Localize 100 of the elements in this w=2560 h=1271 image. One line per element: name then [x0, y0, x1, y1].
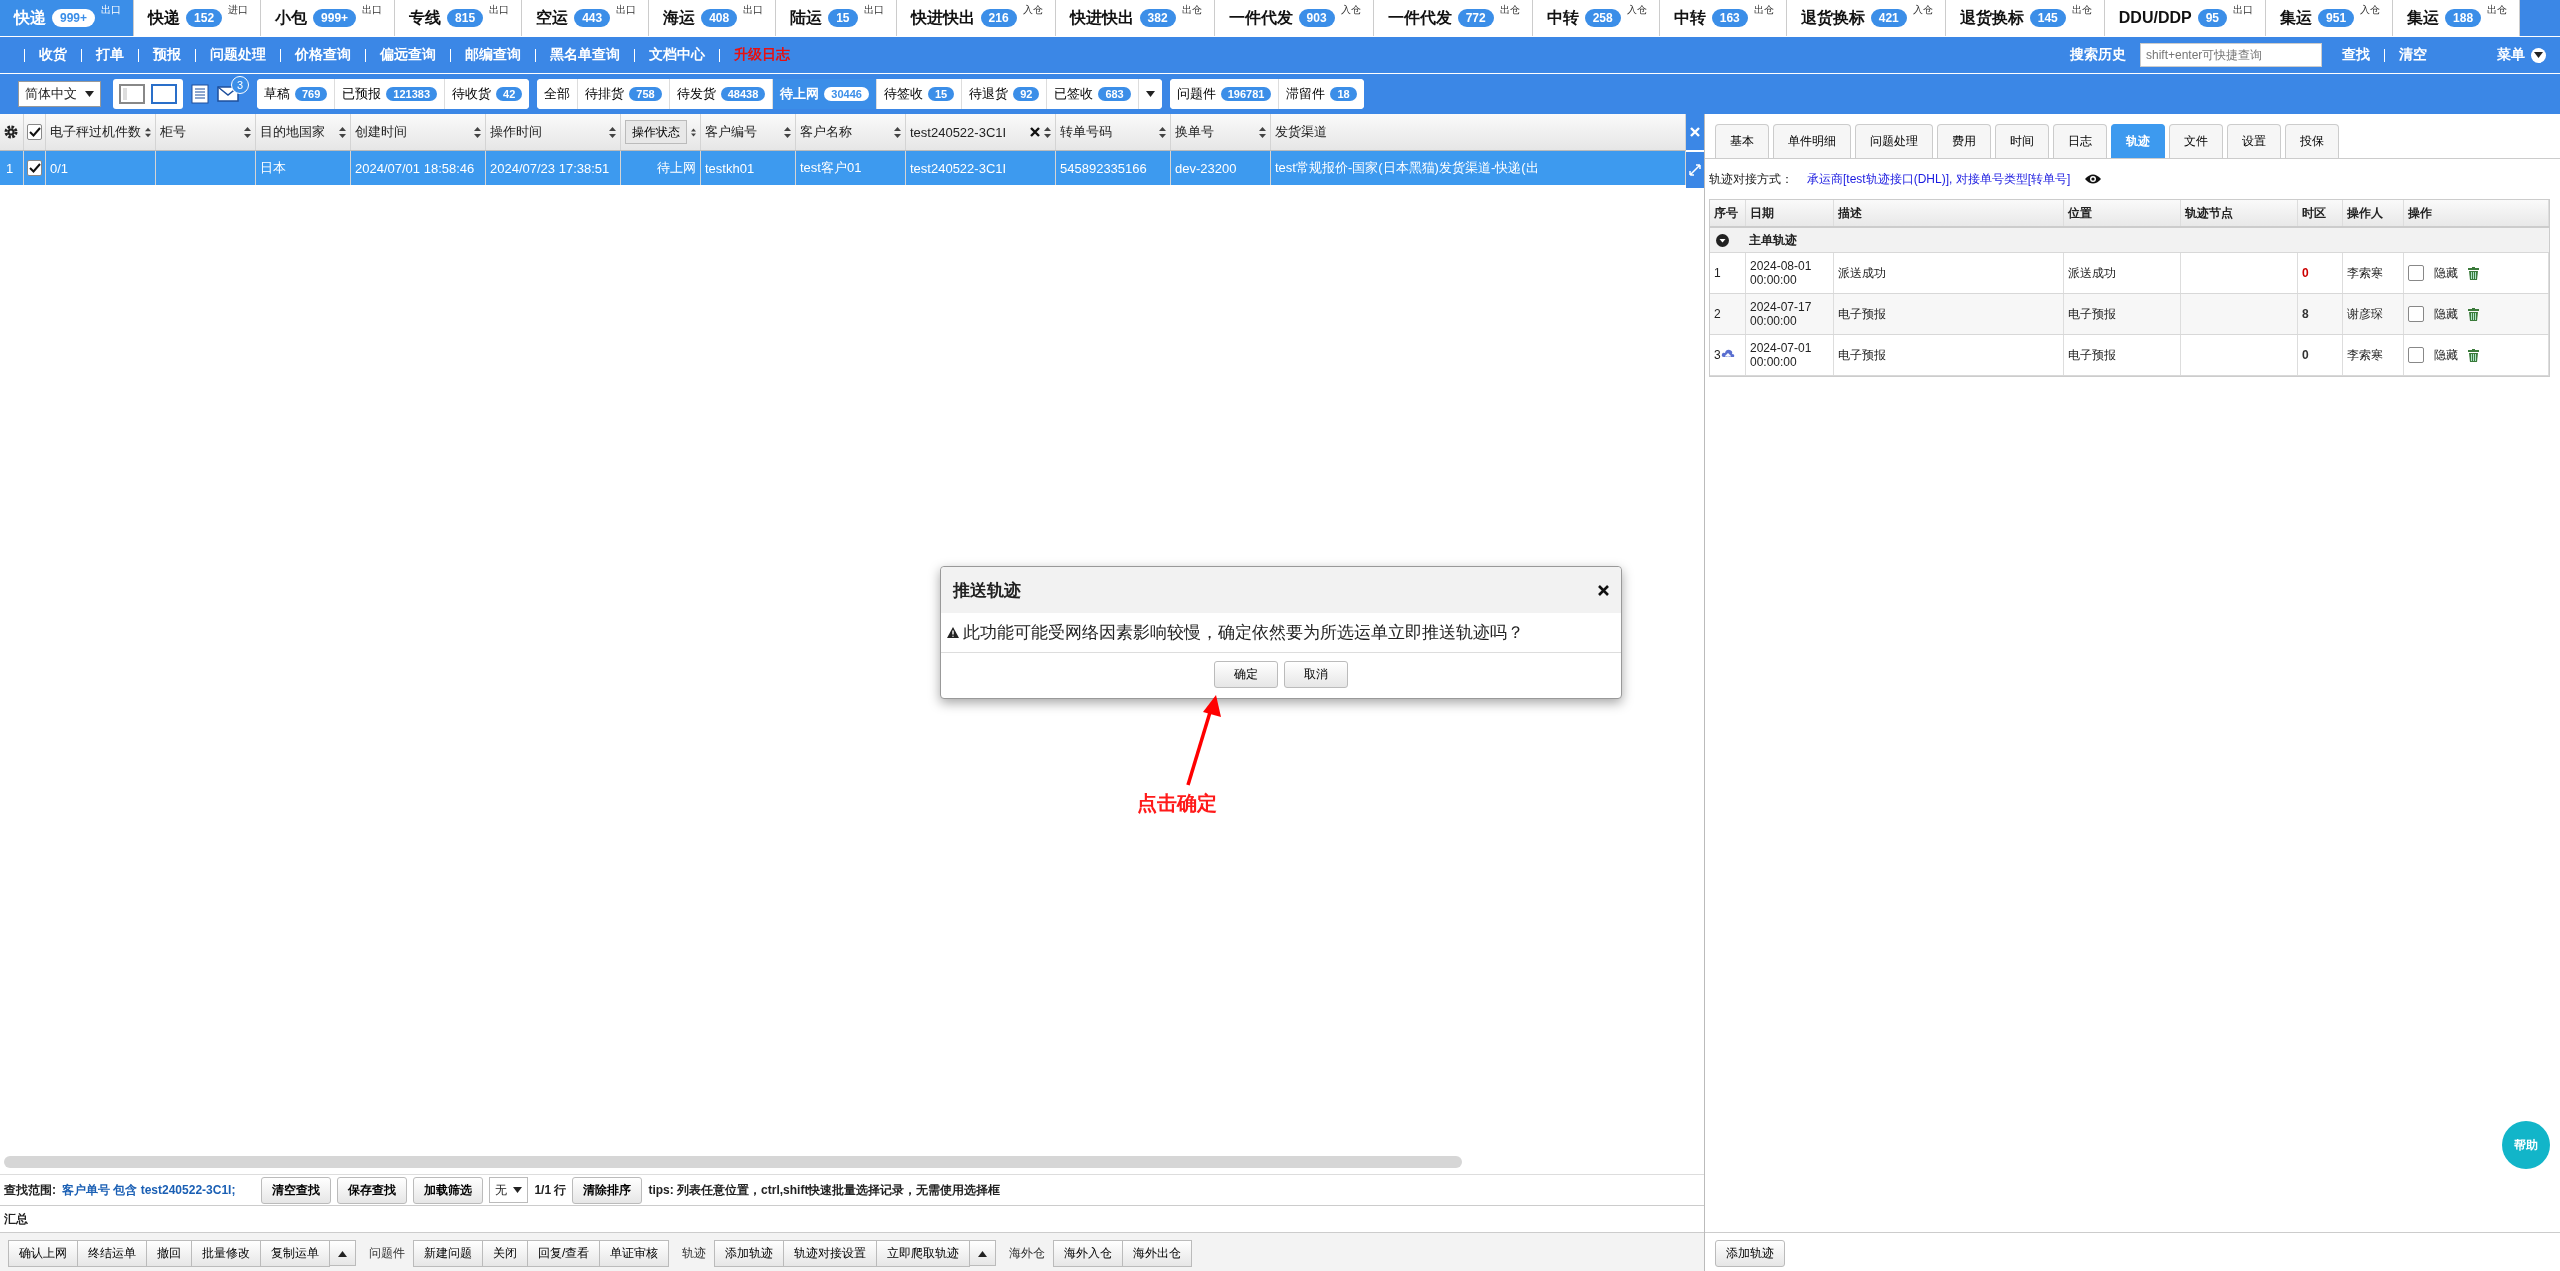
- checkbox[interactable]: [2408, 265, 2424, 281]
- menu-link[interactable]: 黑名单查询: [550, 46, 620, 64]
- detail-tab[interactable]: 投保: [2285, 124, 2339, 158]
- scrollbar-thumb[interactable]: [4, 1156, 1462, 1168]
- more-button[interactable]: [329, 1240, 356, 1266]
- expand-button[interactable]: [1686, 152, 1704, 188]
- more-button[interactable]: [969, 1240, 997, 1266]
- action-button[interactable]: 新建问题: [413, 1239, 483, 1267]
- search-button[interactable]: 加载筛选: [413, 1176, 484, 1204]
- checkbox[interactable]: [2408, 347, 2424, 363]
- language-select[interactable]: 简体中文: [18, 81, 101, 107]
- action-button[interactable]: 添加轨迹: [714, 1239, 785, 1267]
- trash-icon[interactable]: [2468, 348, 2479, 362]
- column-header[interactable]: 柜号: [160, 123, 240, 141]
- search-field[interactable]: shift+enter可快捷查询: [2140, 43, 2322, 67]
- clear-sort-button[interactable]: 清除排序: [572, 1176, 643, 1204]
- search-button[interactable]: 清空查找: [261, 1176, 332, 1204]
- category-tab[interactable]: 陆运 15 出口: [776, 0, 897, 36]
- action-button[interactable]: 立即爬取轨迹: [876, 1239, 971, 1267]
- category-tab[interactable]: 一件代发 903 入仓: [1214, 0, 1374, 36]
- menu-link[interactable]: 价格查询: [295, 46, 351, 64]
- action-button[interactable]: 确认上网: [8, 1239, 78, 1267]
- cancel-button[interactable]: 取消: [1284, 661, 1348, 688]
- category-tab[interactable]: 小包 999+ 出口: [261, 0, 396, 36]
- eye-icon[interactable]: [2084, 173, 2103, 185]
- search-history-link[interactable]: 搜索历史: [2070, 46, 2126, 64]
- filter-select[interactable]: 无: [489, 1177, 529, 1203]
- column-header[interactable]: 创建时间: [355, 123, 470, 141]
- add-track-button[interactable]: 添加轨迹: [1715, 1239, 1785, 1267]
- action-button[interactable]: 终结运单: [77, 1239, 147, 1267]
- layout-icon[interactable]: [151, 84, 177, 104]
- action-button[interactable]: 撤回: [146, 1239, 192, 1267]
- category-tab[interactable]: 快递 152 进口: [134, 0, 262, 36]
- category-tab[interactable]: 快进快出 382 出仓: [1055, 0, 1215, 36]
- action-button[interactable]: 批量修改: [191, 1239, 261, 1267]
- column-header[interactable]: test240522-3C1I: [910, 124, 1026, 140]
- clear-link[interactable]: 清空: [2399, 46, 2427, 64]
- trash-icon[interactable]: [2468, 307, 2479, 321]
- category-tab[interactable]: 集运 188 出仓: [2393, 0, 2521, 36]
- action-button[interactable]: 轨迹对接设置: [783, 1239, 878, 1267]
- close-button[interactable]: [1686, 114, 1704, 150]
- sort-icon[interactable]: [145, 126, 151, 138]
- category-tab[interactable]: 中转 163 出仓: [1659, 0, 1787, 36]
- column-header[interactable]: 换单号: [1175, 123, 1255, 141]
- column-header[interactable]: 操作时间: [490, 123, 605, 141]
- column-header[interactable]: 发货渠道: [1275, 123, 1681, 141]
- menu-link[interactable]: 菜单: [2497, 46, 2525, 64]
- detail-tab[interactable]: 问题处理: [1855, 124, 1933, 158]
- column-header[interactable]: 操作状态: [625, 120, 687, 144]
- action-button[interactable]: 关闭: [482, 1239, 528, 1267]
- action-button[interactable]: 海外出仓: [1122, 1239, 1193, 1267]
- status-filter[interactable]: 问题件 196781: [1169, 79, 1280, 109]
- detail-tab[interactable]: 费用: [1937, 124, 1991, 158]
- menu-link[interactable]: 打单: [96, 46, 124, 64]
- sort-icon[interactable]: [609, 126, 616, 138]
- action-button[interactable]: 海外入仓: [1053, 1239, 1124, 1267]
- category-tab[interactable]: 专线 815 出口: [395, 0, 523, 36]
- menu-link[interactable]: 偏远查询: [380, 46, 436, 64]
- column-header[interactable]: 客户编号: [705, 123, 780, 141]
- sort-icon[interactable]: [894, 126, 901, 138]
- category-tab[interactable]: 集运 951 入仓: [2266, 0, 2394, 36]
- sort-icon[interactable]: [244, 126, 251, 138]
- detail-tab[interactable]: 文件: [2169, 124, 2223, 158]
- detail-tab[interactable]: 基本: [1715, 124, 1769, 158]
- column-header[interactable]: 目的地国家: [260, 123, 335, 141]
- collapse-icon[interactable]: [1716, 233, 1729, 247]
- trash-icon[interactable]: [2468, 266, 2479, 280]
- sort-icon[interactable]: [339, 126, 346, 138]
- sort-icon[interactable]: [474, 126, 481, 138]
- find-link[interactable]: 查找: [2342, 46, 2370, 64]
- detail-tab[interactable]: 设置: [2227, 124, 2281, 158]
- status-filter[interactable]: 待上网 30446: [773, 79, 877, 109]
- category-tab[interactable]: 退货换标 145 出仓: [1945, 0, 2105, 36]
- menu-link[interactable]: 预报: [153, 46, 181, 64]
- mail-icon[interactable]: [217, 86, 239, 102]
- checkbox[interactable]: [27, 160, 42, 176]
- category-tab[interactable]: 一件代发 772 出仓: [1373, 0, 1533, 36]
- column-header[interactable]: 电子秤过机件数: [50, 123, 141, 141]
- settings-icon[interactable]: [3, 124, 19, 140]
- action-button[interactable]: 单证审核: [599, 1239, 670, 1267]
- list-icon[interactable]: [191, 84, 209, 104]
- category-tab[interactable]: DDU/DDP 95 出口: [2104, 0, 2267, 36]
- checkbox[interactable]: [2408, 306, 2424, 322]
- confirm-button[interactable]: 确定: [1214, 661, 1278, 688]
- sort-icon[interactable]: [1159, 126, 1166, 138]
- close-icon[interactable]: [1598, 584, 1609, 596]
- checkbox[interactable]: [27, 124, 42, 140]
- action-button[interactable]: 回复/查看: [527, 1239, 601, 1267]
- clear-icon[interactable]: [1030, 127, 1040, 137]
- menu-link[interactable]: 问题处理: [210, 46, 266, 64]
- category-tab[interactable]: 海运 408 出口: [649, 0, 777, 36]
- column-header[interactable]: 转单号码: [1060, 123, 1155, 141]
- category-tab[interactable]: 快进快出 216 入仓: [896, 0, 1056, 36]
- menu-link[interactable]: 邮编查询: [465, 46, 521, 64]
- category-tab[interactable]: 退货换标 421 入仓: [1786, 0, 1946, 36]
- status-filter[interactable]: 全部: [537, 79, 579, 109]
- caret-icon[interactable]: [2531, 47, 2546, 63]
- menu-link[interactable]: 文档中心: [649, 46, 705, 64]
- sort-icon[interactable]: [784, 126, 791, 138]
- sort-icon[interactable]: [691, 126, 696, 138]
